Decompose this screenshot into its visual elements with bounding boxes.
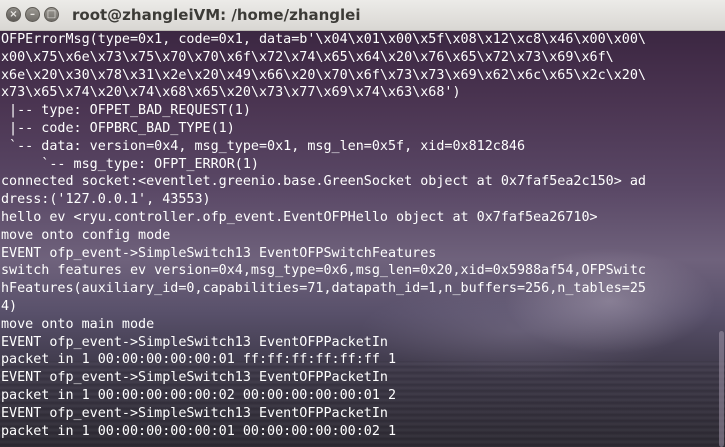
minimize-button[interactable]: – [25,7,40,22]
terminal-window: × – □ root@zhangleiVM: /home/zhanglei OF… [0,0,725,447]
terminal-line: hello ev <ryu.controller.ofp_event.Event… [1,209,598,225]
terminal-line: x6e\x20\x30\x78\x31\x2e\x20\x49\x66\x20\… [1,67,646,83]
terminal-line: packet in 1 00:00:00:00:00:02 00:00:00:0… [1,387,397,403]
terminal-line: switch features ev version=0x4,msg_type=… [1,263,646,279]
terminal-line: OFPErrorMsg(type=0x1, code=0x1, data=b'\… [1,32,646,47]
terminal-line: x73\x65\x74\x20\x74\x68\x65\x20\x73\x77\… [1,85,461,101]
terminal-line: |-- code: OFPBRC_BAD_TYPE(1) [1,120,235,136]
terminal-line: connected socket:<eventlet.greenio.base.… [1,174,646,190]
terminal-line: `-- data: version=0x4, msg_type=0x1, msg… [1,138,526,154]
close-icon: × [9,9,18,20]
terminal-line: x00\x75\x6e\x73\x75\x70\x70\x6f\x72\x74\… [1,49,614,65]
maximize-button[interactable]: □ [44,7,59,22]
scrollbar[interactable] [717,31,725,447]
terminal-line: move onto main mode [1,316,155,332]
maximize-icon: □ [46,9,57,20]
terminal-output[interactable]: OFPErrorMsg(type=0x1, code=0x1, data=b'\… [0,31,725,447]
terminal-line: packet in 1 00:00:00:00:00:01 ff:ff:ff:f… [1,352,397,368]
terminal-line: hFeatures(auxiliary_id=0,capabilities=71… [1,281,646,297]
close-button[interactable]: × [6,7,21,22]
terminal-line: packet in 1 00:00:00:00:00:01 00:00:00:0… [1,423,397,439]
terminal-line: EVENT ofp_event->SimpleSwitch13 EventOFP… [1,370,388,386]
terminal-line: `-- msg_type: OFPT_ERROR(1) [1,156,259,172]
terminal-text[interactable]: OFPErrorMsg(type=0x1, code=0x1, data=b'\… [0,31,725,440]
terminal-line: EVENT ofp_event->SimpleSwitch13 EventOFP… [1,405,388,421]
terminal-line: dress:('127.0.0.1', 43553) [1,192,211,208]
terminal-line: move onto config mode [1,227,171,243]
title-bar[interactable]: × – □ root@zhangleiVM: /home/zhanglei [0,0,725,31]
terminal-line: EVENT ofp_event->SimpleSwitch13 EventOFP… [1,245,437,261]
window-title: root@zhangleiVM: /home/zhanglei [72,6,361,24]
minimize-icon: – [30,9,35,20]
terminal-line: 4) [1,298,18,314]
terminal-line: EVENT ofp_event->SimpleSwitch13 EventOFP… [1,334,388,350]
terminal-line: |-- type: OFPET_BAD_REQUEST(1) [1,103,251,119]
scrollbar-thumb[interactable] [719,331,724,447]
